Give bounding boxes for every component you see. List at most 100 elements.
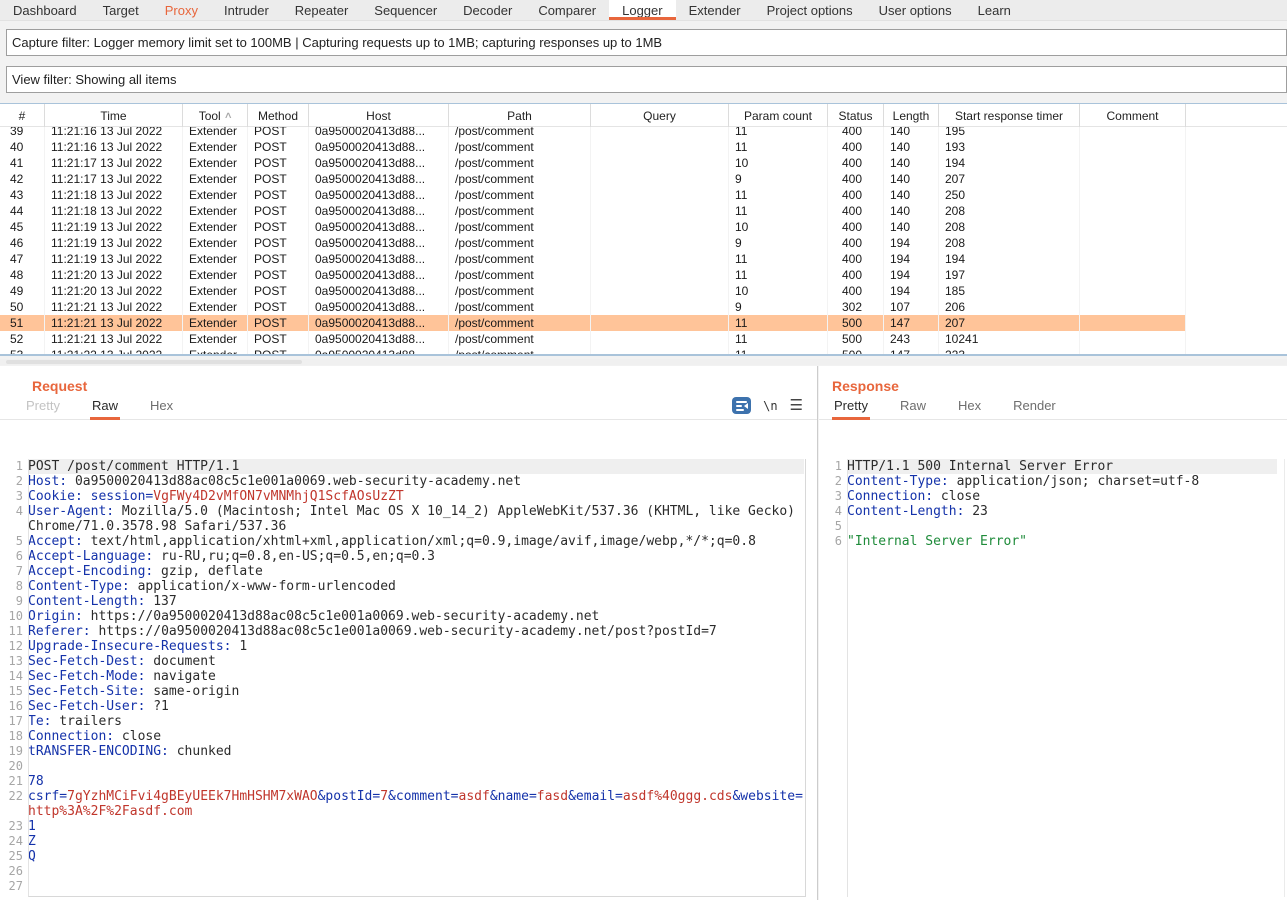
menu-tab-proxy[interactable]: Proxy bbox=[152, 0, 211, 20]
cell-host: 0a9500020413d88... bbox=[309, 267, 449, 283]
line-content: Content-Length: 137 bbox=[28, 594, 804, 609]
line-number: 3 bbox=[819, 489, 847, 504]
cell-path: /post/comment bbox=[449, 219, 591, 235]
cell-path: /post/comment bbox=[449, 347, 591, 356]
capture-filter-text: Capture filter: Logger memory limit set … bbox=[12, 35, 662, 50]
cell-query bbox=[591, 235, 729, 251]
cell-host: 0a9500020413d88... bbox=[309, 251, 449, 267]
menu-tab-decoder[interactable]: Decoder bbox=[450, 0, 525, 20]
cell-length: 140 bbox=[884, 155, 939, 171]
cell-path: /post/comment bbox=[449, 139, 591, 155]
line-content bbox=[847, 519, 1277, 534]
cell-query bbox=[591, 187, 729, 203]
cell-param-count: 11 bbox=[729, 139, 828, 155]
cell-status: 400 bbox=[828, 235, 884, 251]
column-header-host[interactable]: Host bbox=[309, 104, 449, 127]
menu-tab-logger[interactable]: Logger bbox=[609, 0, 675, 20]
column-header-path[interactable]: Path bbox=[449, 104, 591, 127]
log-row-46[interactable]: 4611:21:19 13 Jul 2022ExtenderPOST0a9500… bbox=[0, 235, 1287, 251]
log-row-45[interactable]: 4511:21:19 13 Jul 2022ExtenderPOST0a9500… bbox=[0, 219, 1287, 235]
response-editor[interactable]: 1HTTP/1.1 500 Internal Server Error2Cont… bbox=[819, 459, 1287, 897]
log-row-51[interactable]: 5111:21:21 13 Jul 2022ExtenderPOST0a9500… bbox=[0, 315, 1287, 331]
cell-method: POST bbox=[248, 171, 309, 187]
cell-start-response-timer: 208 bbox=[939, 219, 1080, 235]
log-row-41[interactable]: 4111:21:17 13 Jul 2022ExtenderPOST0a9500… bbox=[0, 155, 1287, 171]
cell-comment bbox=[1080, 219, 1186, 235]
log-row-53[interactable]: 5311:21:22 13 Jul 2022ExtenderPOST0a9500… bbox=[0, 347, 1287, 356]
line-content: Content-Length: 23 bbox=[847, 504, 1277, 519]
cell-start-response-timer: 193 bbox=[939, 139, 1080, 155]
column-header-method[interactable]: Method bbox=[248, 104, 309, 127]
menu-tab-sequencer[interactable]: Sequencer bbox=[361, 0, 450, 20]
log-row-44[interactable]: 4411:21:18 13 Jul 2022ExtenderPOST0a9500… bbox=[0, 203, 1287, 219]
response-tab-render[interactable]: Render bbox=[1011, 394, 1058, 419]
column-header-time[interactable]: Time bbox=[45, 104, 183, 127]
request-tab-hex[interactable]: Hex bbox=[148, 394, 175, 419]
response-tab-hex[interactable]: Hex bbox=[956, 394, 983, 419]
menu-tab-project-options[interactable]: Project options bbox=[754, 0, 866, 20]
editor-line: 231 bbox=[0, 819, 817, 834]
cell--: 52 bbox=[0, 331, 45, 347]
cell-query bbox=[591, 283, 729, 299]
cell-query bbox=[591, 203, 729, 219]
menu-tab-user-options[interactable]: User options bbox=[866, 0, 965, 20]
menu-tab-target[interactable]: Target bbox=[90, 0, 152, 20]
capture-filter-bar[interactable]: Capture filter: Logger memory limit set … bbox=[6, 29, 1287, 56]
cell-time: 11:21:17 13 Jul 2022 bbox=[45, 171, 183, 187]
cell-method: POST bbox=[248, 187, 309, 203]
line-content: csrf=7gYzhMCiFvi4gBEyUEEk7HmHSHM7xWAO&po… bbox=[28, 789, 804, 819]
log-row-43[interactable]: 4311:21:18 13 Jul 2022ExtenderPOST0a9500… bbox=[0, 187, 1287, 203]
response-tab-pretty[interactable]: Pretty bbox=[832, 394, 870, 419]
column-header-tool[interactable]: Tool∧ bbox=[183, 104, 248, 127]
response-tab-raw[interactable]: Raw bbox=[898, 394, 928, 419]
log-row-49[interactable]: 4911:21:20 13 Jul 2022ExtenderPOST0a9500… bbox=[0, 283, 1287, 299]
cell-host: 0a9500020413d88... bbox=[309, 331, 449, 347]
menu-tab-extender[interactable]: Extender bbox=[676, 0, 754, 20]
column-header-length[interactable]: Length bbox=[884, 104, 939, 127]
menu-tab-dashboard[interactable]: Dashboard bbox=[0, 0, 90, 20]
line-number: 25 bbox=[0, 849, 28, 864]
log-row-47[interactable]: 4711:21:19 13 Jul 2022ExtenderPOST0a9500… bbox=[0, 251, 1287, 267]
line-content: Accept-Language: ru-RU,ru;q=0.8,en-US;q=… bbox=[28, 549, 804, 564]
column-header--[interactable]: # bbox=[0, 104, 45, 127]
log-row-42[interactable]: 4211:21:17 13 Jul 2022ExtenderPOST0a9500… bbox=[0, 171, 1287, 187]
request-tab-pretty[interactable]: Pretty bbox=[24, 394, 62, 419]
editor-line: 24Z bbox=[0, 834, 817, 849]
cell-path: /post/comment bbox=[449, 315, 591, 331]
soft-wrap-toggle-icon[interactable] bbox=[732, 397, 751, 414]
cell-length: 194 bbox=[884, 251, 939, 267]
editor-menu-icon[interactable]: ☰ bbox=[790, 401, 803, 411]
column-header-status[interactable]: Status bbox=[828, 104, 884, 127]
line-number: 3 bbox=[0, 489, 28, 504]
menu-tab-repeater[interactable]: Repeater bbox=[282, 0, 361, 20]
request-editor[interactable]: 1POST /post/comment HTTP/1.12Host: 0a950… bbox=[0, 459, 817, 897]
view-filter-bar[interactable]: View filter: Showing all items bbox=[6, 66, 1287, 93]
request-tab-raw[interactable]: Raw bbox=[90, 394, 120, 419]
column-header-start-response-timer[interactable]: Start response timer bbox=[939, 104, 1080, 127]
scrollbar-thumb[interactable] bbox=[6, 360, 302, 364]
show-newlines-icon[interactable]: \n bbox=[763, 399, 777, 413]
response-panel: Response PrettyRawHexRender 1HTTP/1.1 50… bbox=[819, 366, 1287, 900]
line-content: Origin: https://0a9500020413d88ac08c5c1e… bbox=[28, 609, 804, 624]
cell-host: 0a9500020413d88... bbox=[309, 187, 449, 203]
menu-tab-learn[interactable]: Learn bbox=[965, 0, 1024, 20]
column-header-param-count[interactable]: Param count bbox=[729, 104, 828, 127]
column-header-comment[interactable]: Comment bbox=[1080, 104, 1186, 127]
table-horizontal-scrollbar[interactable] bbox=[0, 359, 1287, 365]
log-row-50[interactable]: 5011:21:21 13 Jul 2022ExtenderPOST0a9500… bbox=[0, 299, 1287, 315]
log-row-52[interactable]: 5211:21:21 13 Jul 2022ExtenderPOST0a9500… bbox=[0, 331, 1287, 347]
menu-tab-intruder[interactable]: Intruder bbox=[211, 0, 282, 20]
line-content: Accept: text/html,application/xhtml+xml,… bbox=[28, 534, 804, 549]
line-content: Q bbox=[28, 849, 804, 864]
column-header-query[interactable]: Query bbox=[591, 104, 729, 127]
cell-path: /post/comment bbox=[449, 283, 591, 299]
cell-status: 400 bbox=[828, 155, 884, 171]
line-content bbox=[28, 759, 804, 774]
menu-tab-comparer[interactable]: Comparer bbox=[525, 0, 609, 20]
editor-line: 5 bbox=[819, 519, 1287, 534]
cell-time: 11:21:18 13 Jul 2022 bbox=[45, 187, 183, 203]
log-row-48[interactable]: 4811:21:20 13 Jul 2022ExtenderPOST0a9500… bbox=[0, 267, 1287, 283]
cell-status: 400 bbox=[828, 139, 884, 155]
line-number: 9 bbox=[0, 594, 28, 609]
log-row-40[interactable]: 4011:21:16 13 Jul 2022ExtenderPOST0a9500… bbox=[0, 139, 1287, 155]
